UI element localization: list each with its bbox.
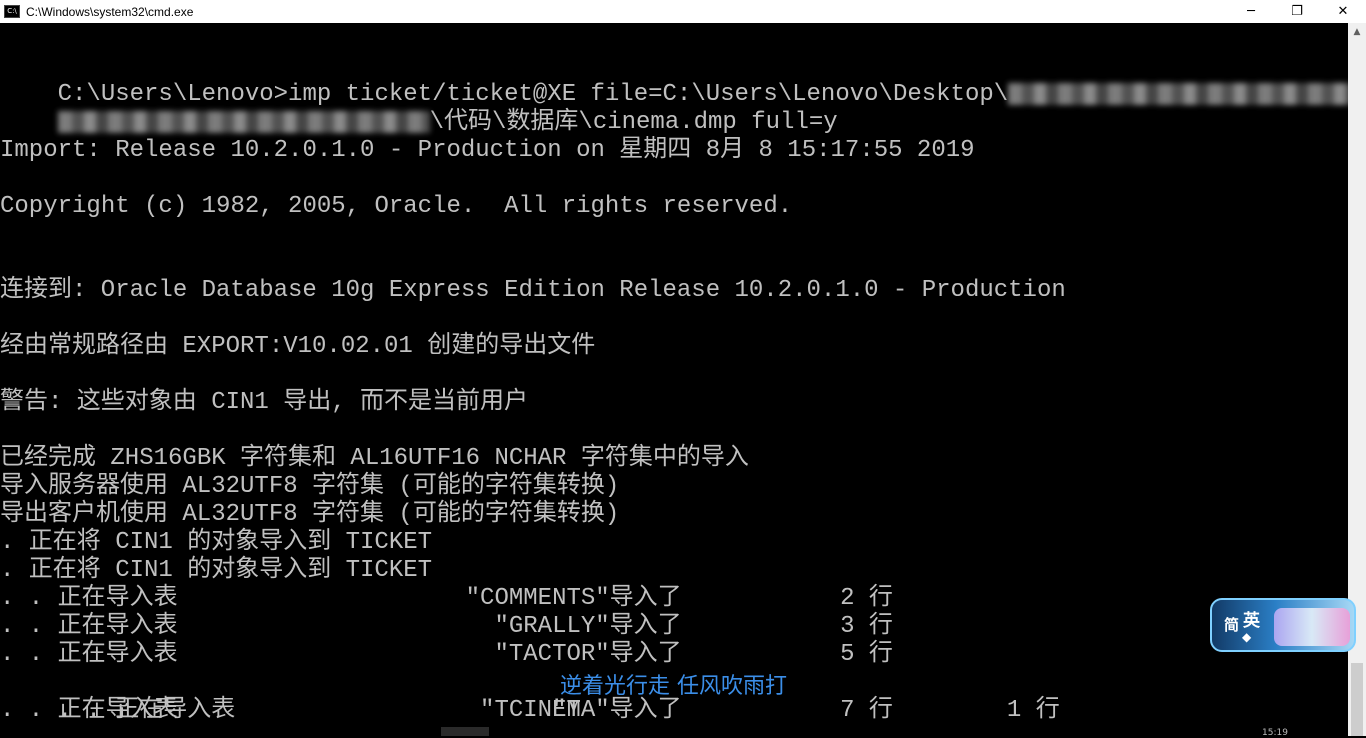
scroll-thumb[interactable] [1351,663,1363,736]
ime-dot-icon: ◆ [1242,630,1252,644]
cmd-app-icon: C:\ [4,5,20,18]
taskbar-clock: 15:19 [1262,728,1288,738]
window-title: C:\Windows\system32\cmd.exe [26,4,194,19]
console-line-import-banner: Import: Release 10.2.0.1.0 - Production … [0,137,975,164]
console-line-export-file: 经由常规路径由 EXPORT:V10.02.01 创建的导出文件 [0,333,596,360]
desktop-lyric-overlay: 逆着光行走 任风吹雨打 [560,674,787,699]
scroll-up-arrow-icon[interactable]: ▲ [1348,23,1366,41]
console-line-import-objects: . 正在将 CIN1 的对象导入到 TICKET [0,529,433,556]
console-line-charset-done: 已经完成 ZHS16GBK 字符集和 AL16UTF16 NCHAR 字符集中的… [0,445,749,472]
console-line-copyright: Copyright (c) 1982, 2005, Oracle. All ri… [0,193,793,220]
minimize-button[interactable]: ─ [1228,0,1274,23]
ime-english-label[interactable]: 英 [1243,606,1260,631]
console-line-table-tactor: . . 正在导入表 "TACTOR"导入了 5 行 [0,641,893,668]
window-titlebar: C:\ C:\Windows\system32\cmd.exe ─ ❐ ✕ [0,0,1366,23]
console-line-table-tcinema: . . 正在导入表 "TCINEMA"导入了 7 行 [0,697,893,724]
console-line-warning: 警告: 这些对象由 CIN1 导出, 而不是当前用户 [0,389,529,416]
taskbar-fragment [441,727,489,736]
console-line-import-objects: . 正在将 CIN1 的对象导入到 TICKET [0,557,433,584]
console-output[interactable]: C:\Users\Lenovo>imp ticket/ticket@XE fil… [0,23,1348,736]
window-controls: ─ ❐ ✕ [1228,0,1366,23]
console-line-client-charset: 导出客户机使用 AL32UTF8 字符集 (可能的字符集转换) [0,501,620,528]
console-line-server-charset: 导入服务器使用 AL32UTF8 字符集 (可能的字符集转换) [0,473,620,500]
console-line-connected: 连接到: Oracle Database 10g Express Edition… [0,277,1066,304]
ime-skin-decoration-icon [1274,608,1350,646]
close-button[interactable]: ✕ [1320,0,1366,23]
console-line-table-comments: . . 正在导入表 "COMMENTS"导入了 2 行 [0,585,893,612]
ime-simplified-label[interactable]: 简 [1224,614,1239,635]
console-line-table-grally: . . 正在导入表 "GRALLY"导入了 3 行 [0,613,893,640]
maximize-button[interactable]: ❐ [1274,0,1320,23]
ime-status-widget[interactable]: 简 英 ◆ [1210,598,1356,652]
redacted-path-blur [1008,82,1348,105]
redacted-path-blur [57,110,430,133]
